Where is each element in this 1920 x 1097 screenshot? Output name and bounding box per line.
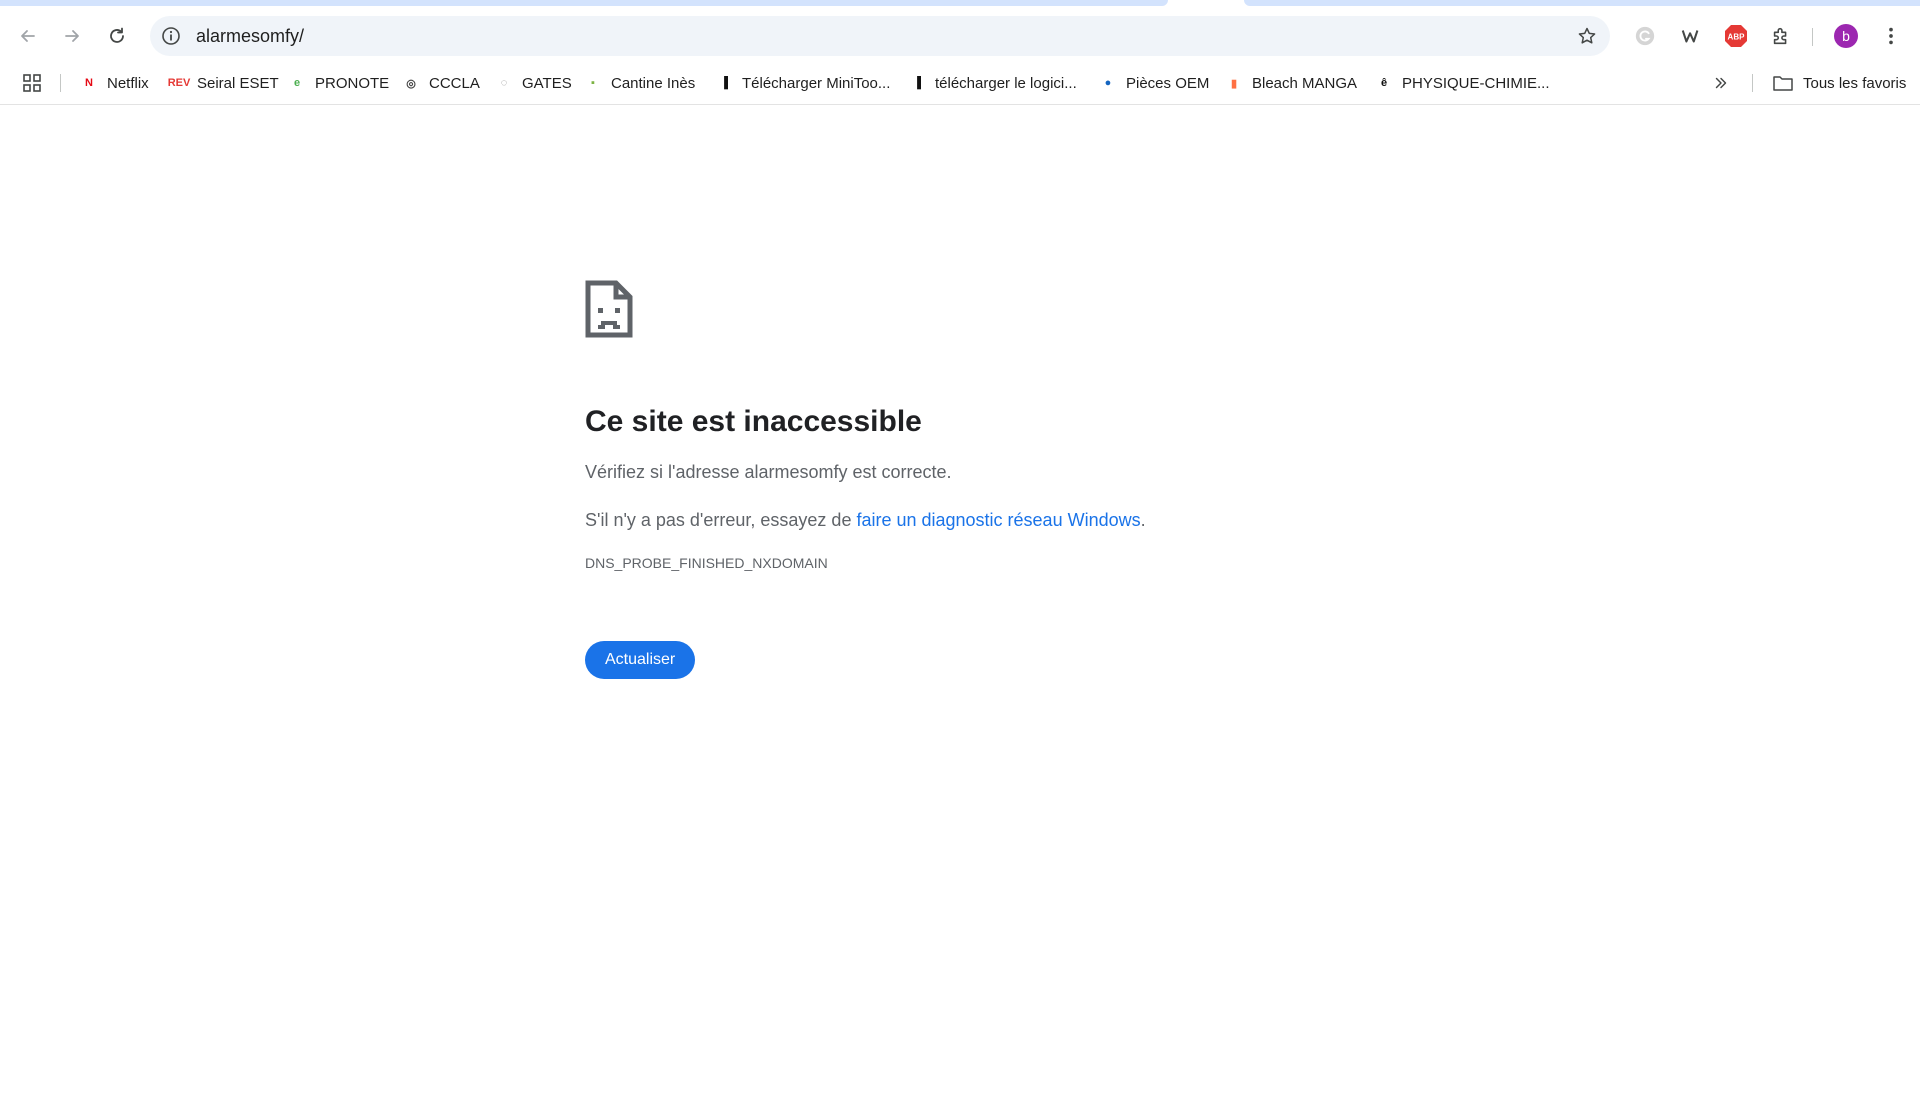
browser-toolbar: alarmesomfy/ ABP b [0, 14, 1920, 58]
bookmark-logiciel[interactable]: ▐ télécharger le logici... [908, 71, 1077, 95]
toolbar-separator [1812, 28, 1813, 46]
diagnostic-suffix: . [1140, 510, 1146, 530]
grammarly-extension-icon[interactable] [1632, 23, 1658, 49]
url-text[interactable]: alarmesomfy/ [196, 25, 304, 47]
bookmark-label: PHYSIQUE-CHIMIE... [1402, 74, 1550, 92]
gates-icon: ◌ [500, 77, 508, 89]
apps-grid-icon [23, 74, 41, 92]
apps-grid-button[interactable] [22, 71, 42, 95]
back-arrow-icon [21, 30, 35, 42]
bookmark-pronote[interactable]: e PRONOTE [288, 71, 389, 95]
bookmark-minitool[interactable]: ▐ Télécharger MiniToo... [715, 71, 890, 95]
back-button[interactable] [12, 20, 44, 52]
tab-strip [0, 0, 1920, 14]
site-info-icon[interactable] [160, 25, 182, 47]
abp-label: ABP [1728, 33, 1746, 42]
wordtune-extension-icon[interactable] [1678, 23, 1704, 49]
bookmark-netflix[interactable]: N Netflix [80, 71, 149, 95]
profile-initial: b [1842, 28, 1850, 44]
cantine-icon: ▪ [591, 77, 595, 89]
bookmark-physique[interactable]: ê PHYSIQUE-CHIMIE... [1375, 71, 1550, 95]
bookmark-star-icon[interactable] [1576, 25, 1598, 47]
extensions-puzzle-icon[interactable] [1768, 23, 1794, 49]
bookmark-label: GATES [522, 74, 572, 92]
bookmark-label: Pièces OEM [1126, 74, 1210, 92]
error-code: DNS_PROBE_FINISHED_NXDOMAIN [585, 555, 828, 571]
netflix-icon: N [85, 77, 93, 89]
bookmark-label: télécharger le logici... [935, 74, 1077, 92]
bleach-icon: ▮ [1230, 77, 1238, 90]
minitool-icon: ▐ [720, 77, 728, 89]
forward-arrow-icon [65, 30, 79, 42]
diagnostic-prefix: S'il n'y a pas d'erreur, essayez de [585, 510, 857, 530]
error-check-address: Vérifiez si l'adresse alarmesomfy est co… [585, 462, 952, 482]
network-diagnostic-link[interactable]: faire un diagnostic réseau Windows [856, 510, 1140, 530]
bookmark-oem[interactable]: ● Pièces OEM [1099, 71, 1210, 95]
bookmark-rev[interactable]: REV Seiral ESET [167, 71, 279, 95]
all-bookmarks-label: Tous les favoris [1803, 74, 1907, 92]
error-diagnostic-text: S'il n'y a pas d'erreur, essayez de fair… [585, 507, 1385, 533]
address-bar[interactable]: alarmesomfy/ [150, 16, 1610, 56]
error-title: Ce site est inaccessible [585, 405, 922, 438]
bookmark-cccla[interactable]: ◎ CCCLA [402, 71, 480, 95]
bookmark-label: Cantine Inès [611, 74, 696, 92]
bookmark-label: Télécharger MiniToo... [742, 74, 891, 92]
bookmarks-separator [60, 74, 61, 92]
bookmark-label: PRONOTE [315, 74, 390, 92]
bookmark-bleach[interactable]: ▮ Bleach MANGA [1225, 71, 1357, 95]
bookmark-label: Bleach MANGA [1252, 74, 1358, 92]
bookmark-gates[interactable]: ◌ GATES [495, 71, 572, 95]
bookmarks-separator-right [1752, 74, 1753, 92]
pronote-icon: e [293, 77, 301, 89]
bookmarks-bar: N Netflix REV Seiral ESET e PRONOTE ◎ CCCLA ◌ GAT… [0, 62, 1920, 105]
reload-page-button[interactable]: Actualiser [585, 641, 696, 679]
all-bookmarks-folder[interactable]: Tous les favoris [1772, 71, 1906, 95]
bookmark-label: CCCLA [429, 74, 480, 92]
rev-icon: REV [167, 77, 191, 89]
bookmark-cantine[interactable]: ▪ Cantine Inès [584, 71, 695, 95]
tab-strip-left[interactable] [0, 0, 1168, 6]
reload-button[interactable] [101, 20, 133, 52]
physique-icon: ê [1380, 77, 1388, 89]
menu-kebab-icon[interactable] [1878, 23, 1904, 49]
tab-strip-right[interactable] [1244, 0, 1920, 6]
error-page: Ce site est inaccessible Vérifiez si l'a… [585, 280, 1385, 679]
bookmark-label: Netflix [107, 74, 149, 92]
profile-avatar[interactable]: b [1833, 23, 1859, 49]
adblock-plus-icon[interactable]: ABP [1723, 23, 1749, 49]
folder-icon [1772, 74, 1794, 92]
reload-icon [110, 27, 124, 43]
forward-button[interactable] [56, 20, 88, 52]
cccla-icon: ◎ [406, 77, 416, 90]
oem-icon: ● [1104, 77, 1112, 89]
logiciel-icon: ▐ [913, 77, 921, 89]
bookmark-label: Seiral ESET [197, 74, 279, 92]
sad-page-icon [585, 280, 633, 338]
more-bookmarks-chevron-icon[interactable] [1712, 71, 1730, 95]
